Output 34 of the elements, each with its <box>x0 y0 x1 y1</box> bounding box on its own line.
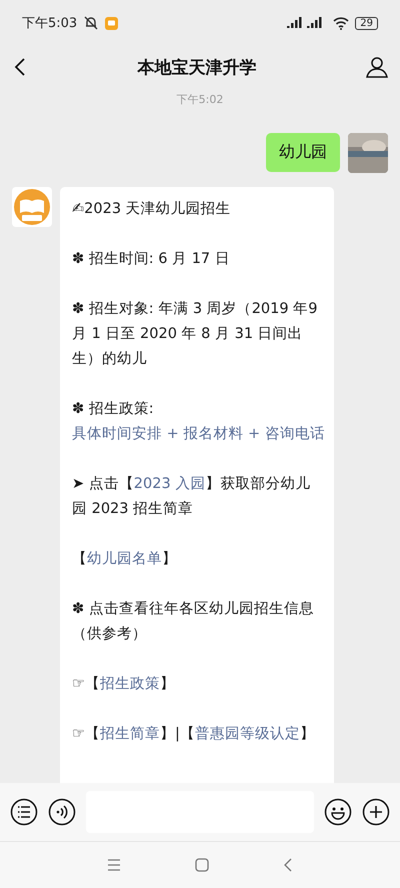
plus-icon[interactable] <box>362 798 390 826</box>
message-link[interactable]: 幼儿园名单 <box>87 551 162 567</box>
message-timestamp: 下午5:02 <box>176 92 224 107</box>
message-link[interactable]: 报名材料 <box>183 426 244 442</box>
message-link[interactable]: 普惠园等级认定 <box>194 726 300 742</box>
status-time: 下午5:03 <box>22 15 78 32</box>
message-paragraph: ✽ 招生时间: 6 月 17 日 <box>72 250 231 269</box>
battery-level: 29 <box>355 16 378 30</box>
wifi-icon <box>333 16 350 30</box>
message-paragraph: ✽ 招生对象: 年满 3 周岁（2019 年9 月 1 日至 2020 年 8 月 31 日间出生）的幼儿 <box>72 300 318 369</box>
mute-icon <box>83 15 100 31</box>
message-paragraph: ✽ 点击查看往年各区幼儿园招生信息（供参考） <box>72 600 315 644</box>
message-link[interactable]: 2023 入园 <box>134 476 206 492</box>
message-paragraph: ☞【招生政策】 <box>72 675 176 694</box>
sent-message: 幼儿园 <box>266 133 340 172</box>
book-logo-icon <box>12 187 52 227</box>
message-paragraph: ✍2023 天津幼儿园招生 <box>72 200 232 219</box>
emoji-icon[interactable] <box>324 798 352 826</box>
menu-icon[interactable] <box>10 798 38 826</box>
message-link[interactable]: + <box>162 426 184 442</box>
chat-title: 本地宝天津升学 <box>136 56 258 78</box>
message-paragraph: 【幼儿园名单】 <box>72 550 178 569</box>
message-link[interactable]: + <box>243 426 265 442</box>
voice-icon[interactable] <box>48 798 76 826</box>
message-paragraph: ✽ 招生政策: 具体时间安排 + 报名材料 + 咨询电话 <box>72 400 322 444</box>
message-link[interactable]: 招生简章 <box>100 726 160 742</box>
message-link[interactable]: 招生政策 <box>100 676 160 692</box>
message-paragraph: ☞【招生简章】|【普惠园等级认定】 <box>72 724 316 744</box>
message-link[interactable]: 具体时间安排 <box>72 426 162 442</box>
message-paragraph: ➤ 点击【2023 入园】获取部分幼儿园 2023 招生简章 <box>72 474 312 519</box>
message-link[interactable]: 咨询电话 <box>264 426 325 442</box>
notification-icon <box>105 16 118 30</box>
profile-icon[interactable] <box>366 56 388 78</box>
home-icon[interactable] <box>195 858 209 872</box>
